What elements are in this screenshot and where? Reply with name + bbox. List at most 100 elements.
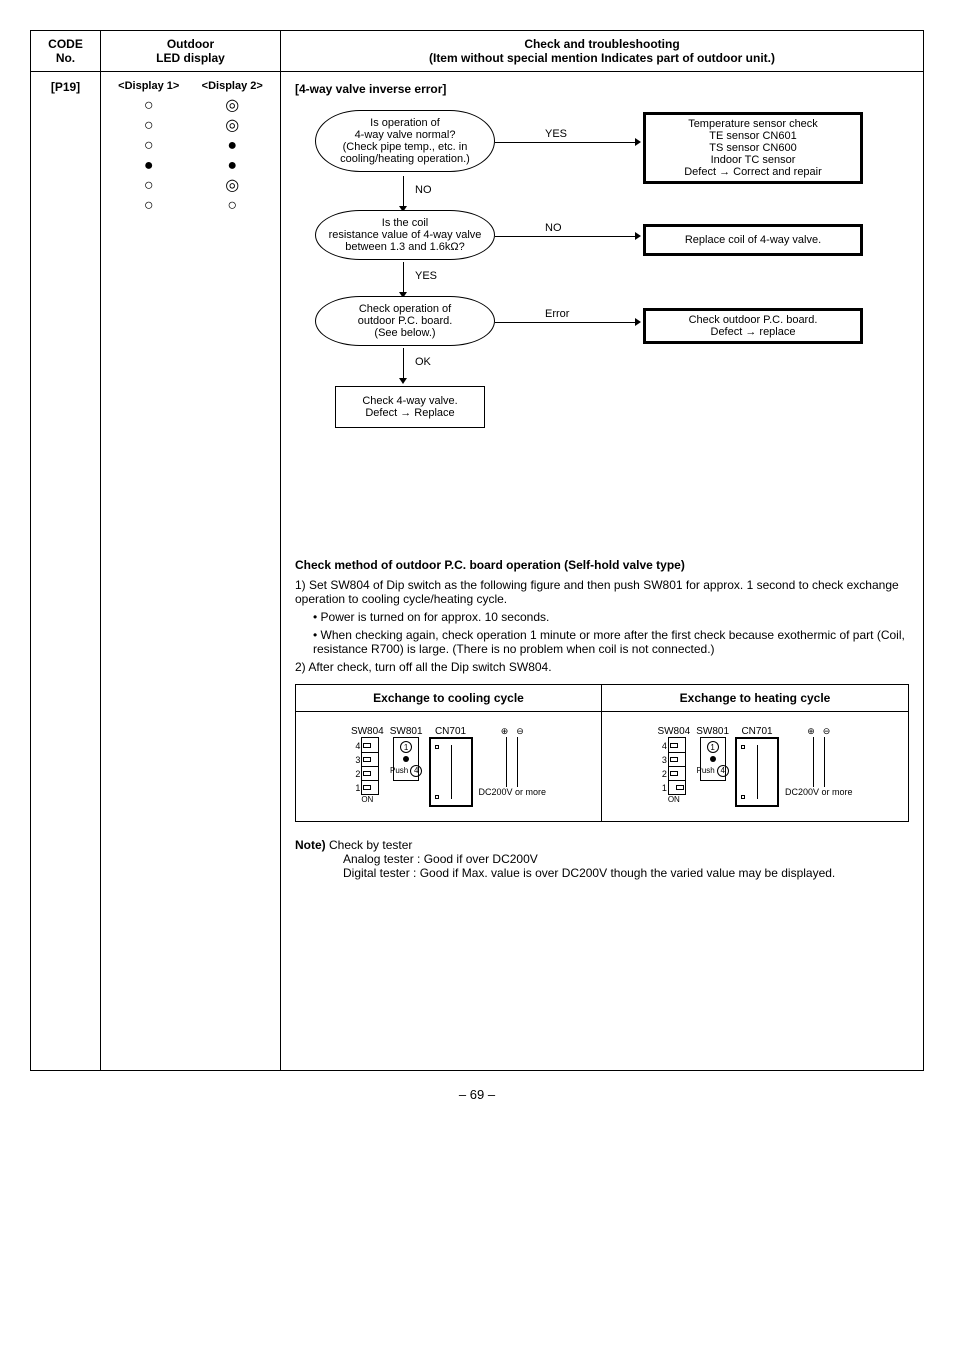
sw801-label: SW801	[696, 726, 729, 737]
ok-label: OK	[415, 356, 431, 368]
t: Check and troubleshooting (Item without …	[429, 37, 775, 65]
t: Is operation of 4-way valve normal? (Che…	[324, 117, 486, 165]
result-replace-coil: Replace coil of 4-way valve.	[643, 224, 863, 256]
method-title: Check method of outdoor P.C. board opera…	[295, 558, 909, 572]
connector-cn701	[735, 737, 779, 807]
flowchart: Is operation of 4-way valve normal? (Che…	[295, 110, 909, 540]
led: ○	[107, 118, 191, 134]
exchange-table: Exchange to cooling cycle Exchange to he…	[295, 684, 909, 822]
check-method-section: Check method of outdoor P.C. board opera…	[295, 558, 909, 674]
circled-1: 1	[707, 741, 719, 753]
circled-4: 4	[717, 765, 729, 777]
sw804-label: SW804	[657, 726, 690, 737]
result-temp-sensor: Temperature sensor check TE sensor CN601…	[643, 112, 863, 184]
led: ○	[107, 138, 191, 154]
note-label: Note)	[295, 838, 326, 852]
page-number: – 69 –	[30, 1087, 924, 1102]
led-row: ○●	[107, 136, 274, 156]
arrow	[495, 236, 635, 237]
heating-diagram: SW804 1234	[602, 712, 908, 821]
arrow	[495, 142, 635, 143]
note-line-1: Check by tester	[329, 838, 412, 852]
heating-header: Exchange to heating cycle	[602, 685, 908, 711]
dot-icon	[403, 756, 409, 762]
header-code: CODE No.	[31, 31, 101, 71]
led-row: ○○	[107, 196, 274, 216]
led: ○	[107, 178, 191, 194]
led: ○	[191, 198, 275, 214]
code-cell: [P19]	[31, 72, 101, 1070]
led: ◎	[191, 118, 275, 134]
connector-cn701	[429, 737, 473, 807]
cn701-label: CN701	[741, 726, 772, 737]
method-step-1b: • When checking again, check operation 1…	[313, 628, 909, 656]
result-check-4way-valve: Check 4-way valve. Defect → Replace	[335, 386, 485, 428]
header-check: Check and troubleshooting (Item without …	[281, 31, 923, 71]
note-line-2: Analog tester : Good if over DC200V	[343, 852, 909, 866]
arrow	[403, 348, 404, 378]
exchange-body: SW804 1234	[296, 712, 908, 821]
sw801-label: SW801	[390, 726, 423, 737]
t: CODE No.	[48, 37, 83, 65]
plus-icon: ⊕	[501, 726, 509, 737]
no-label: NO	[415, 184, 432, 196]
led-row: ●●	[107, 156, 274, 176]
led: ◎	[191, 98, 275, 114]
push-label: Push	[697, 766, 715, 775]
exchange-header: Exchange to cooling cycle Exchange to he…	[296, 685, 908, 712]
method-step-1: 1) Set SW804 of Dip switch as the follow…	[295, 578, 909, 606]
note-line-3: Digital tester : Good if Max. value is o…	[343, 866, 909, 880]
tester-probes: ⊕⊖ DC200V or more	[785, 726, 853, 797]
dc-label: DC200V or more	[785, 787, 853, 797]
led: ●	[107, 158, 191, 174]
t: Check 4-way valve. Defect → Replace	[362, 395, 457, 419]
tester-probes: ⊕⊖ DC200V or more	[479, 726, 547, 797]
cooling-diagram: SW804 1234	[296, 712, 602, 821]
arrow	[403, 262, 404, 292]
t: Replace coil of 4-way valve.	[685, 234, 821, 246]
arrow	[495, 322, 635, 323]
t: Is the coil resistance value of 4-way va…	[324, 217, 486, 253]
led: ●	[191, 158, 275, 174]
yes-label: YES	[545, 128, 567, 140]
push-switch-sw801: 1 Push4	[393, 737, 419, 781]
on-label: ON	[668, 795, 680, 804]
led-row: ○◎	[107, 96, 274, 116]
on-label: ON	[361, 795, 373, 804]
dip-switch-sw804	[361, 737, 379, 795]
decision-operation-normal: Is operation of 4-way valve normal? (Che…	[315, 110, 495, 172]
yes-label: YES	[415, 270, 437, 282]
decision-coil-resistance: Is the coil resistance value of 4-way va…	[315, 210, 495, 260]
dip-switch-sw804	[668, 737, 686, 795]
display-headers: <Display 1> <Display 2>	[107, 80, 274, 92]
sw804-label: SW804	[351, 726, 384, 737]
table-header-row: CODE No. Outdoor LED display Check and t…	[31, 31, 923, 72]
led: ○	[107, 98, 191, 114]
led-row: ○◎	[107, 176, 274, 196]
led: ◎	[191, 178, 275, 194]
method-step-1a: • Power is turned on for approx. 10 seco…	[313, 610, 909, 624]
led-row: ○◎	[107, 116, 274, 136]
display1-label: <Display 1>	[107, 80, 191, 92]
result-check-pc-board: Check outdoor P.C. board. Defect → repla…	[643, 308, 863, 344]
t: Outdoor LED display	[156, 37, 225, 65]
error-title: [4-way valve inverse error]	[295, 82, 909, 96]
led-cell: <Display 1> <Display 2> ○◎ ○◎ ○● ●● ○◎ ○…	[101, 72, 281, 1070]
method-step-2: 2) After check, turn off all the Dip swi…	[295, 660, 909, 674]
table-body-row: [P19] <Display 1> <Display 2> ○◎ ○◎ ○● ●…	[31, 72, 923, 1070]
circled-1: 1	[400, 741, 412, 753]
plus-icon: ⊕	[807, 726, 815, 737]
led-grid: ○◎ ○◎ ○● ●● ○◎ ○○	[107, 96, 274, 216]
main-cell: [4-way valve inverse error] Is operation…	[281, 72, 923, 1070]
minus-icon: ⊖	[516, 726, 524, 737]
dot-icon	[710, 756, 716, 762]
note-section: Note) Check by tester Analog tester : Go…	[295, 838, 909, 880]
decision-pc-board: Check operation of outdoor P.C. board. (…	[315, 296, 495, 346]
led: ●	[191, 138, 275, 154]
error-label: Error	[545, 308, 569, 320]
push-switch-sw801: 1 Push4	[700, 737, 726, 781]
cn701-label: CN701	[435, 726, 466, 737]
header-led: Outdoor LED display	[101, 31, 281, 71]
t: Check operation of outdoor P.C. board. (…	[324, 303, 486, 339]
circled-4: 4	[410, 765, 422, 777]
